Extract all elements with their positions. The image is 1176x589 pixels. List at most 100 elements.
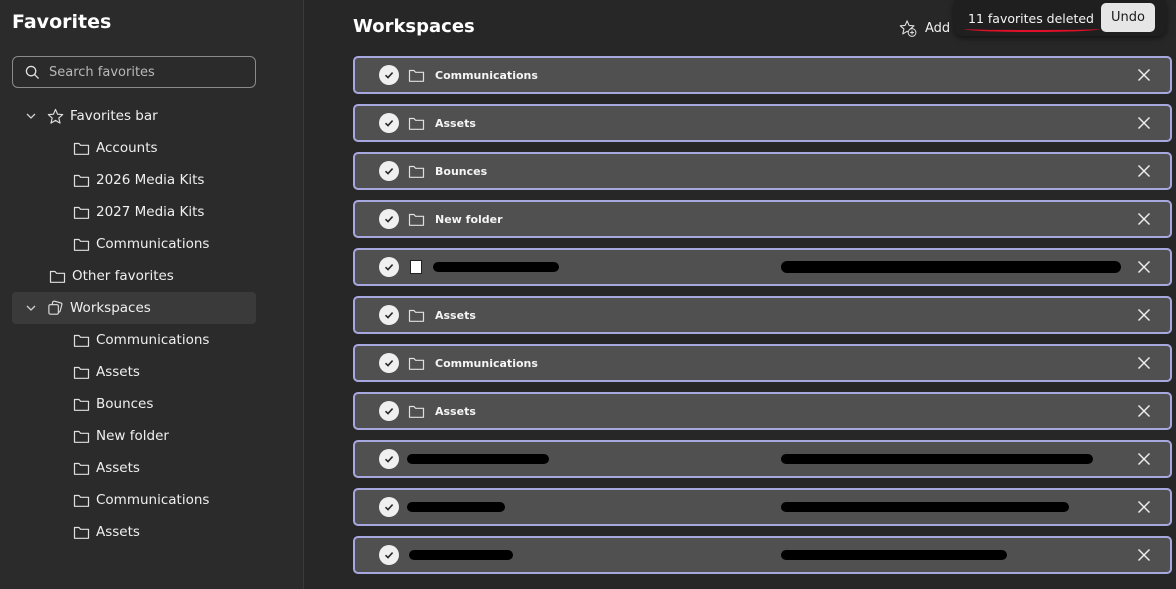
folder-icon <box>72 139 90 157</box>
close-icon[interactable] <box>1136 547 1152 563</box>
star-add-icon <box>899 19 917 37</box>
close-icon[interactable] <box>1136 451 1152 467</box>
folder-icon <box>407 354 425 372</box>
sidebar-item-2026-media-kits[interactable]: 2026 Media Kits <box>72 164 204 196</box>
undo-button[interactable]: Undo <box>1101 3 1155 32</box>
folder-icon <box>407 306 425 324</box>
close-icon[interactable] <box>1136 307 1152 323</box>
list-item[interactable]: Assets <box>353 104 1172 142</box>
close-icon[interactable] <box>1136 499 1152 515</box>
checkmark-icon[interactable] <box>379 65 399 85</box>
sidebar-item-label: New folder <box>96 428 169 444</box>
redaction-mark <box>781 502 1069 512</box>
close-icon[interactable] <box>1136 355 1152 371</box>
folder-icon <box>72 363 90 381</box>
list-item[interactable]: Assets <box>353 296 1172 334</box>
close-icon[interactable] <box>1136 259 1152 275</box>
sidebar-item-ws-new-folder[interactable]: New folder <box>72 420 169 452</box>
row-name: Assets <box>435 116 476 130</box>
sidebar-item-ws-assets-3[interactable]: Assets <box>72 516 140 548</box>
close-icon[interactable] <box>1136 115 1152 131</box>
sidebar-item-label: Other favorites <box>72 268 174 284</box>
list-item[interactable]: Communications <box>353 56 1172 94</box>
sidebar-title: Favorites <box>12 11 112 33</box>
sidebar-item-label: Assets <box>96 364 140 380</box>
chevron-down-icon[interactable] <box>24 301 38 315</box>
sidebar-item-label: Communications <box>96 332 210 348</box>
checkmark-icon[interactable] <box>379 353 399 373</box>
workspaces-icon <box>46 299 64 317</box>
sidebar-item-label: Bounces <box>96 396 154 412</box>
row-name: Bounces <box>435 164 488 178</box>
sidebar-item-other-favorites[interactable]: Other favorites <box>48 260 174 292</box>
favorites-sidebar: Favorites Favorites bar Accounts 2026 Me… <box>0 0 304 589</box>
checkmark-icon[interactable] <box>379 401 399 421</box>
page-title: Workspaces <box>353 16 475 37</box>
main-panel: Workspaces Add Communications Assets Bou… <box>305 0 1176 589</box>
folder-icon <box>72 459 90 477</box>
sidebar-item-label: Communications <box>96 492 210 508</box>
checkmark-icon[interactable] <box>379 257 399 277</box>
sidebar-item-label: Favorites bar <box>70 108 158 124</box>
folder-icon <box>72 427 90 445</box>
list-item[interactable]: Assets <box>353 392 1172 430</box>
sidebar-item-ws-bounces[interactable]: Bounces <box>72 388 153 420</box>
folder-icon <box>407 210 425 228</box>
list-item[interactable] <box>353 248 1172 286</box>
redaction-mark <box>781 454 1093 464</box>
sidebar-item-label: Assets <box>96 460 140 476</box>
search-icon <box>23 63 41 81</box>
search-box[interactable] <box>12 56 256 88</box>
row-name: Communications <box>435 356 538 370</box>
list-item[interactable]: New folder <box>353 200 1172 238</box>
close-icon[interactable] <box>1136 403 1152 419</box>
checkmark-icon[interactable] <box>379 305 399 325</box>
checkmark-icon[interactable] <box>379 497 399 517</box>
sidebar-item-favorites-bar[interactable]: Favorites bar <box>24 100 256 132</box>
redaction-mark <box>407 454 549 464</box>
folder-icon <box>72 171 90 189</box>
sidebar-item-workspaces[interactable]: Workspaces <box>12 292 256 324</box>
folder-icon <box>407 402 425 420</box>
sidebar-item-accounts[interactable]: Accounts <box>72 132 158 164</box>
star-icon <box>46 107 64 125</box>
chevron-down-icon[interactable] <box>24 109 38 123</box>
redaction-mark <box>409 550 513 560</box>
close-icon[interactable] <box>1136 67 1152 83</box>
page-favicon-icon <box>407 258 425 276</box>
folder-icon <box>72 491 90 509</box>
search-input[interactable] <box>49 64 249 80</box>
close-icon[interactable] <box>1136 211 1152 227</box>
sidebar-item-ws-assets[interactable]: Assets <box>72 356 140 388</box>
folder-icon <box>48 267 66 285</box>
sidebar-item-ws-assets-2[interactable]: Assets <box>72 452 140 484</box>
add-favorite-button[interactable]: Add <box>899 14 950 42</box>
redaction-mark <box>433 262 559 272</box>
checkmark-icon[interactable] <box>379 449 399 469</box>
row-name: Communications <box>435 68 538 82</box>
checkmark-icon[interactable] <box>379 545 399 565</box>
sidebar-item-label: Assets <box>96 524 140 540</box>
folder-icon <box>72 331 90 349</box>
sidebar-item-label: Communications <box>96 236 210 252</box>
sidebar-item-communications[interactable]: Communications <box>72 228 209 260</box>
close-icon[interactable] <box>1136 163 1152 179</box>
sidebar-item-2027-media-kits[interactable]: 2027 Media Kits <box>72 196 204 228</box>
list-item[interactable] <box>353 536 1172 574</box>
deleted-toast: 11 favorites deleted Undo <box>954 0 1166 36</box>
folder-icon <box>407 114 425 132</box>
list-item[interactable]: Bounces <box>353 152 1172 190</box>
sidebar-item-ws-communications[interactable]: Communications <box>72 324 209 356</box>
list-item[interactable]: Communications <box>353 344 1172 382</box>
folder-icon <box>72 203 90 221</box>
list-item[interactable] <box>353 440 1172 478</box>
checkmark-icon[interactable] <box>379 161 399 181</box>
redaction-mark <box>781 550 1007 560</box>
sidebar-item-ws-communications-2[interactable]: Communications <box>72 484 209 516</box>
toast-message: 11 favorites deleted <box>964 10 1100 32</box>
list-item[interactable] <box>353 488 1172 526</box>
folder-icon <box>72 523 90 541</box>
checkmark-icon[interactable] <box>379 113 399 133</box>
folder-icon <box>72 395 90 413</box>
checkmark-icon[interactable] <box>379 209 399 229</box>
